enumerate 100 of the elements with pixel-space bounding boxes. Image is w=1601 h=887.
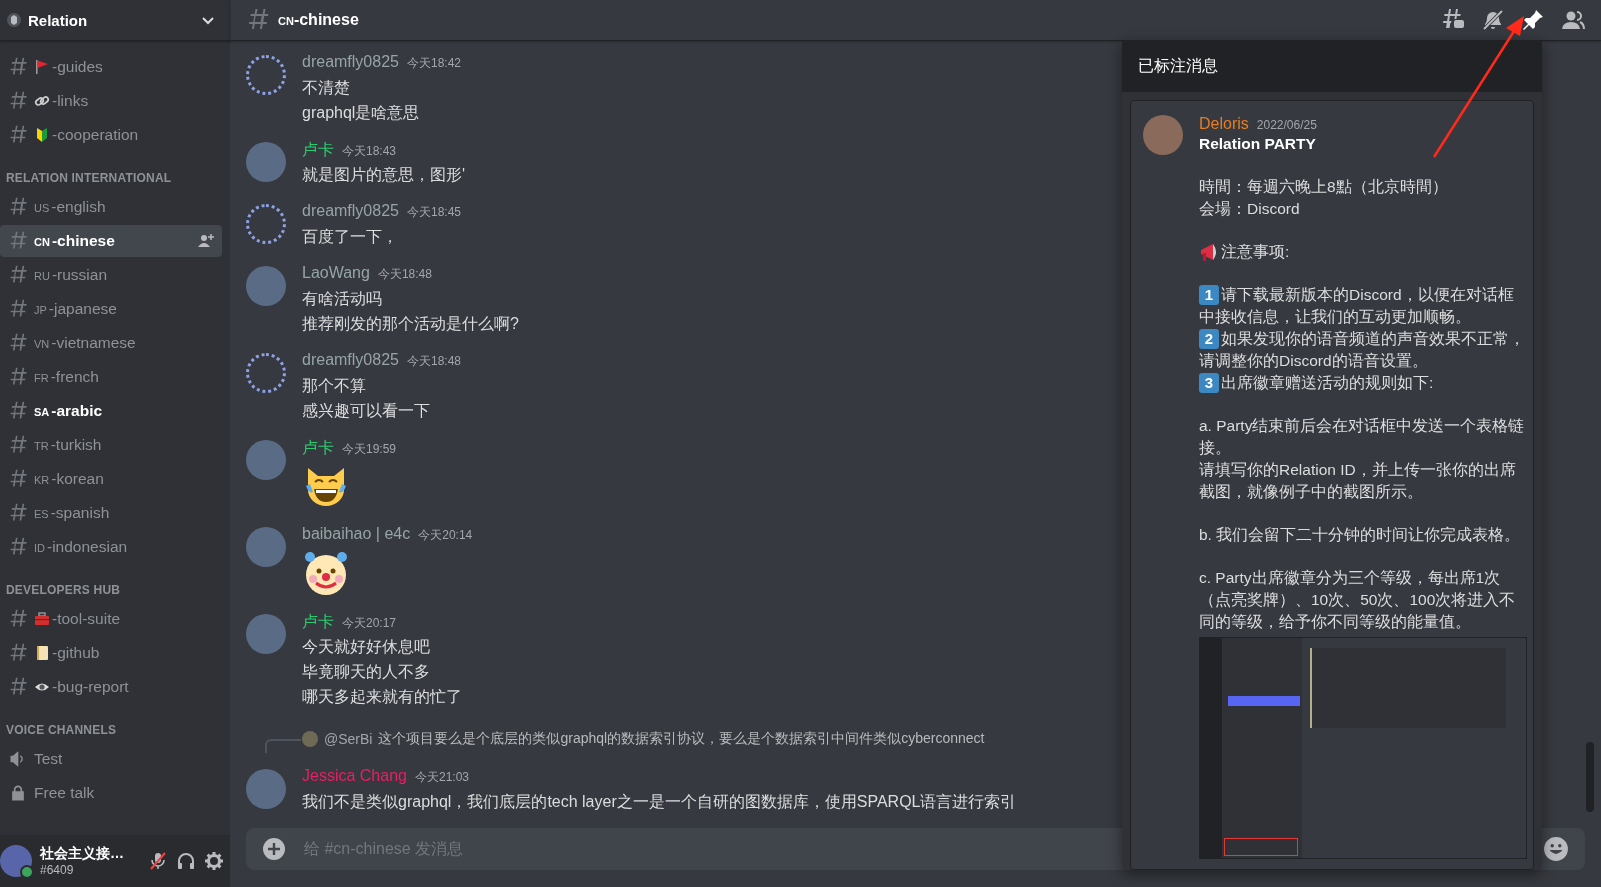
channel-item[interactable]: tr-turkish — [0, 429, 222, 461]
user-avatar[interactable] — [246, 353, 286, 393]
headphones-icon — [176, 851, 196, 871]
channel-name: -guides — [34, 58, 214, 76]
channel-item[interactable]: kr-korean — [0, 463, 222, 495]
category-heading[interactable]: DEVELOPERS HUB — [0, 565, 222, 601]
channel-item[interactable]: cn-chinese — [0, 225, 222, 257]
notification-button[interactable] — [1481, 8, 1505, 32]
channel-item[interactable]: Free talk — [0, 777, 222, 809]
timestamp: 今天18:48 — [406, 353, 461, 370]
numbered-item: 1 请下载最新版本的Discord，以便在对话框中接收信息，让我们的互动更加顺畅。 — [1199, 284, 1515, 327]
scrollbar[interactable] — [1586, 742, 1594, 812]
settings-button[interactable] — [204, 851, 224, 871]
channel-item[interactable]: -cooperation — [0, 119, 222, 151]
headphones-button[interactable] — [176, 851, 196, 871]
message-text: 時間：每週六晚上8點（北京時間） — [1199, 177, 1449, 197]
channel-name: sa-arabic — [34, 402, 104, 420]
channel-item[interactable]: vn-vietnamese — [0, 327, 222, 359]
notebook-icon — [34, 645, 50, 661]
channel-item[interactable]: fr-french — [0, 361, 222, 393]
author-name[interactable]: LaoWang — [302, 264, 370, 282]
reply-author[interactable]: @SerBi — [324, 731, 373, 747]
category-heading[interactable]: VOICE CHANNELS — [0, 705, 222, 741]
channel-item[interactable]: -github — [0, 637, 222, 669]
channel-item[interactable]: -tool-suite — [0, 603, 222, 635]
channel-item[interactable]: id-indonesian — [0, 531, 222, 563]
timestamp: 今天20:14 — [418, 527, 473, 544]
author-name[interactable]: dreamfly0825 — [302, 53, 399, 71]
channel-item[interactable]: us-english — [0, 191, 222, 223]
numbered-item: 2 如果发现你的语音频道的声音效果不正常，请调整你的Discord的语音设置。 — [1199, 328, 1525, 371]
hash-icon — [8, 677, 28, 697]
author-name[interactable]: 卢卡 — [302, 140, 334, 161]
author-name[interactable]: 卢卡 — [302, 438, 334, 459]
timestamp: 今天18:48 — [377, 266, 432, 283]
channel-item[interactable]: sa-arabic — [0, 395, 222, 427]
channel-name: tr-turkish — [34, 436, 103, 454]
member-list-button[interactable] — [1561, 8, 1585, 32]
channel-name: jp-japanese — [34, 300, 118, 318]
channel-name: us-english — [34, 198, 107, 216]
channel-name: Free talk — [34, 784, 96, 802]
invite-member-icon[interactable] — [198, 233, 214, 249]
hash-icon — [8, 503, 28, 523]
toolbox-icon — [34, 611, 50, 627]
channel-item[interactable]: jp-japanese — [0, 293, 222, 325]
channel-name: kr-korean — [34, 470, 105, 488]
channel-name: id-indonesian — [34, 538, 129, 556]
numbered-item: 3 出席徽章赠送活动的规则如下: — [1199, 372, 1525, 394]
channel-item[interactable]: -guides — [0, 51, 222, 83]
user-avatar[interactable] — [246, 204, 286, 244]
author-name[interactable]: Jessica Chang — [302, 767, 407, 785]
channel-item[interactable]: -links — [0, 85, 222, 117]
hash-icon — [8, 367, 28, 387]
message-heading: Relation PARTY — [1199, 134, 1317, 154]
server-header[interactable]: Relation — [0, 0, 230, 41]
hash-icon — [8, 57, 28, 77]
reply-preview[interactable]: 这个项目要么是个底层的类似graphql的数据索引协议，要么是个数据索引中间件类似cyberconnect — [378, 730, 985, 748]
channel-item[interactable]: ru-russian — [0, 259, 222, 291]
timestamp: 今天21:03 — [414, 769, 469, 786]
members-icon — [1561, 8, 1585, 32]
emoji-button[interactable] — [1543, 836, 1569, 862]
pinned-messages-button[interactable] — [1521, 8, 1545, 32]
hash-icon — [8, 435, 28, 455]
author-name[interactable]: 卢卡 — [302, 612, 334, 633]
message-text: 我们不是类似graphql，我们底层的tech layer之一是一个自研的图数据库，使用SPARQL语言进行索引 — [302, 792, 1017, 812]
attach-button[interactable] — [262, 837, 286, 861]
timestamp: 今天20:17 — [342, 615, 397, 632]
channel-name: ru-russian — [34, 266, 109, 284]
author-name[interactable]: dreamfly0825 — [302, 351, 399, 369]
hash-icon — [8, 91, 28, 111]
author-name[interactable]: Deloris — [1199, 115, 1249, 133]
message-text: 不清楚 — [302, 78, 351, 98]
hash-icon — [8, 609, 28, 629]
author-name[interactable]: dreamfly0825 — [302, 202, 399, 220]
timestamp: 今天18:42 — [406, 55, 461, 72]
hash-icon — [8, 401, 28, 421]
user-avatar[interactable] — [1143, 115, 1183, 155]
reply-connector — [265, 739, 301, 753]
channel-item[interactable]: -bug-report — [0, 671, 222, 703]
message-text: c. Party出席徽章分为三个等级，每出席1次（点亮奖牌）、10次、50次、100次将进入不同的等级，给予你不同等级的能量值。 — [1199, 568, 1517, 632]
user-avatar[interactable] — [246, 55, 286, 95]
user-avatar[interactable] — [0, 845, 32, 877]
message-text: 会場：Discord — [1199, 199, 1301, 219]
pin-icon — [1521, 8, 1545, 32]
message-text: 哪天多起来就有的忙了 — [302, 687, 462, 707]
channel-item[interactable]: Test — [0, 743, 222, 775]
author-name[interactable]: baibaihao | e4c — [302, 525, 411, 543]
message-text: 请填写你的Relation ID，并上传一张你的出席截图，就像例子中的截图所示。 — [1199, 460, 1517, 502]
channel-name: fr-french — [34, 368, 100, 386]
muted-bell-icon — [1481, 8, 1505, 32]
hash-icon — [246, 8, 270, 32]
timestamp: 今天18:43 — [342, 143, 397, 160]
message-text: a. Party结束前后会在对话框中发送一个表格链接。 — [1199, 416, 1525, 458]
flag-icon — [34, 59, 50, 75]
microphone-button[interactable] — [148, 851, 168, 871]
channel-item[interactable]: es-spanish — [0, 497, 222, 529]
reply-avatar — [302, 731, 318, 747]
hash-icon — [8, 537, 28, 557]
channel-name: -cooperation — [34, 126, 214, 144]
category-heading[interactable]: RELATION INTERNATIONAL — [0, 153, 222, 189]
message-text: 推荐刚发的那个活动是什么啊? — [302, 314, 519, 334]
